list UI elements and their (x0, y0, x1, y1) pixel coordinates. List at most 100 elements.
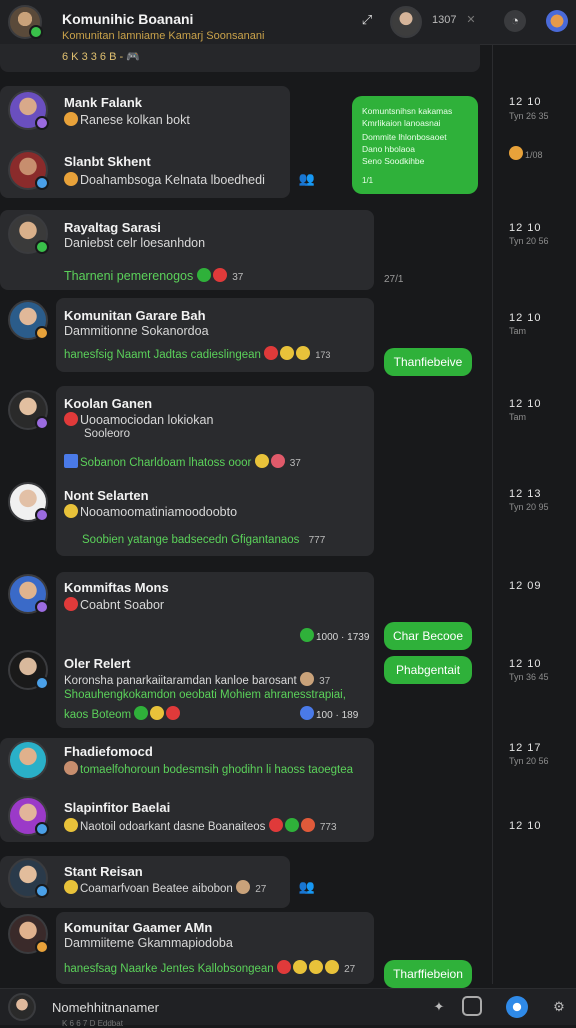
row-time: 12 17 (509, 742, 542, 754)
reply-pill[interactable]: Tharffiebeion (384, 960, 472, 988)
voice-icon[interactable] (506, 996, 528, 1018)
right-timestamps-column: 12 10 Tyn 26 35 1/08 12 10 Tyn 20 56 12 … (492, 44, 576, 984)
row-subtime: Tyn 20 56 (509, 756, 549, 766)
composer-bar: Nomehhitnanamer K 6 6 7 D Eddbat ✦ ⚙ (0, 988, 576, 1028)
message-count: 100 · 189 (300, 706, 358, 721)
row-subtime: 1/08 (509, 146, 543, 160)
message-input[interactable]: Nomehhitnanamer (52, 1000, 159, 1015)
status-badge (35, 116, 49, 130)
pin-icon[interactable]: ⤢ (356, 9, 378, 31)
pinned-meta: 6 K 3 3 6 B - 🎮 (62, 51, 140, 63)
emoji-icon (300, 818, 315, 832)
user-avatar[interactable] (8, 214, 49, 254)
emoji-icon (212, 268, 227, 282)
user-avatar[interactable] (8, 650, 49, 690)
row-time: 12 09 (509, 580, 542, 592)
row-subtime: Tam (509, 326, 527, 336)
emoji-icon (64, 761, 78, 775)
emoji-icon (134, 706, 149, 720)
message-text: Shoauhengkokamdon oeobati Mohiem ahranes… (64, 689, 346, 701)
emoji-icon (64, 504, 78, 518)
row-subtime: Tyn 20 56 (509, 236, 549, 246)
row-time: 12 10 (509, 398, 542, 410)
bubble-line: Komuntsnihsn kakamas (362, 106, 453, 116)
reply-pill[interactable]: Char Becooe (384, 622, 472, 650)
chat-bubble-icon[interactable]: ◔ (504, 10, 526, 32)
message-text: Koronsha panarkaiitaramdan kanloe barosa… (64, 672, 330, 687)
pinned-banner[interactable]: 6 K 3 3 6 B - 🎮 (0, 44, 480, 72)
user-avatar[interactable] (8, 150, 49, 190)
row-subtime: Tyn 20 95 (509, 502, 549, 512)
reply-pill[interactable]: Thanfiebeive (384, 348, 472, 376)
emoji-icon (64, 597, 78, 611)
bubble-time: 1/1 (362, 176, 374, 185)
emoji-icon (509, 146, 523, 160)
message-text: kaos Boteom (64, 706, 182, 721)
row-time: 12 10 (509, 820, 542, 832)
emoji-icon (324, 960, 339, 974)
people-icon: 👥 (298, 171, 316, 186)
group-avatar[interactable] (8, 5, 43, 39)
sender-name: Komunitar Gaamer AMn (64, 920, 213, 935)
message-count: 37 (232, 272, 244, 283)
attach-icon[interactable] (462, 996, 482, 1016)
message-text: Coabnt Soabor (64, 597, 164, 612)
user-avatar[interactable] (8, 300, 49, 340)
message-count: 27 (255, 884, 267, 895)
sparkle-icon[interactable]: ✦ (428, 996, 450, 1018)
reaction-row[interactable]: 1000 · 1739 (300, 628, 369, 643)
emoji-icon (292, 960, 307, 974)
message-text: Naotoil odoarkant dasne Boanaiteos 773 (64, 818, 337, 833)
status-badge (35, 600, 49, 614)
emoji-icon (280, 346, 295, 360)
group-subtitle: Komunitan lamniame Kamarj Soonsanani (62, 30, 265, 42)
sender-name: Komunitan Garare Bah (64, 308, 206, 323)
message-text: Dammiiteme Gkammapiodoba (64, 936, 233, 950)
message-count: 37 (289, 458, 301, 469)
chat-header: Komunihic Boanani Komunitan lamniame Kam… (0, 0, 576, 45)
message-count: 777 (308, 535, 326, 546)
counter-label: 1307 (432, 14, 457, 26)
reply-pill[interactable]: Phabgentait (384, 656, 472, 684)
row-subtime: Tyn 36 45 (509, 672, 549, 682)
sender-name: Nont Selarten (64, 488, 149, 503)
message-text: Sooleoro (84, 428, 131, 440)
user-avatar[interactable] (8, 914, 49, 954)
star-icon (64, 454, 78, 468)
status-badge (35, 416, 49, 430)
user-avatar[interactable] (8, 740, 48, 780)
sender-name: Stant Reisan (64, 864, 143, 879)
status-badge (35, 822, 49, 836)
user-avatar[interactable] (8, 574, 49, 614)
check-icon (300, 628, 314, 642)
sender-name: Slanbt Skhent (64, 154, 151, 169)
user-avatar[interactable] (8, 390, 49, 430)
bubble-line: Dano hbolaoa (362, 144, 415, 154)
message-text: Sobanon Charldoam lhatoss ooor 37 (64, 454, 301, 469)
emoji-icon (276, 960, 291, 974)
outgoing-bubble[interactable]: Komuntsnihsn kakamas Kmrlikaion lanoasna… (352, 96, 478, 194)
my-avatar[interactable] (8, 993, 36, 1021)
user-avatar[interactable] (8, 482, 49, 522)
user-avatar[interactable] (8, 796, 49, 836)
user-avatar[interactable] (8, 858, 49, 898)
settings-gear-icon[interactable]: ⚙ (548, 996, 570, 1018)
message-card (56, 572, 374, 728)
close-icon[interactable]: ✕ (460, 9, 482, 31)
emoji-icon (64, 172, 78, 186)
bubble-line: Kmrlikaion lanoasnai (362, 118, 441, 128)
message-count: 37 (319, 676, 331, 687)
emoji-icon (64, 112, 78, 126)
message-text: Doahambsoga Kelnata lboedhedi (64, 172, 265, 187)
message-text: Tharneni pemerenogos 37 (64, 268, 244, 283)
caller-avatar[interactable] (390, 6, 422, 38)
status-badge (35, 176, 49, 190)
emoji-icon (296, 346, 311, 360)
message-count: 173 (315, 350, 331, 360)
user-avatar[interactable] (8, 90, 49, 130)
message-text: Uooamociodan lokiokan (64, 412, 213, 427)
emoji-icon (308, 960, 323, 974)
profile-avatar-icon[interactable] (546, 10, 568, 32)
loose-time: 27/1 (384, 274, 404, 285)
emoji-icon (166, 706, 181, 720)
